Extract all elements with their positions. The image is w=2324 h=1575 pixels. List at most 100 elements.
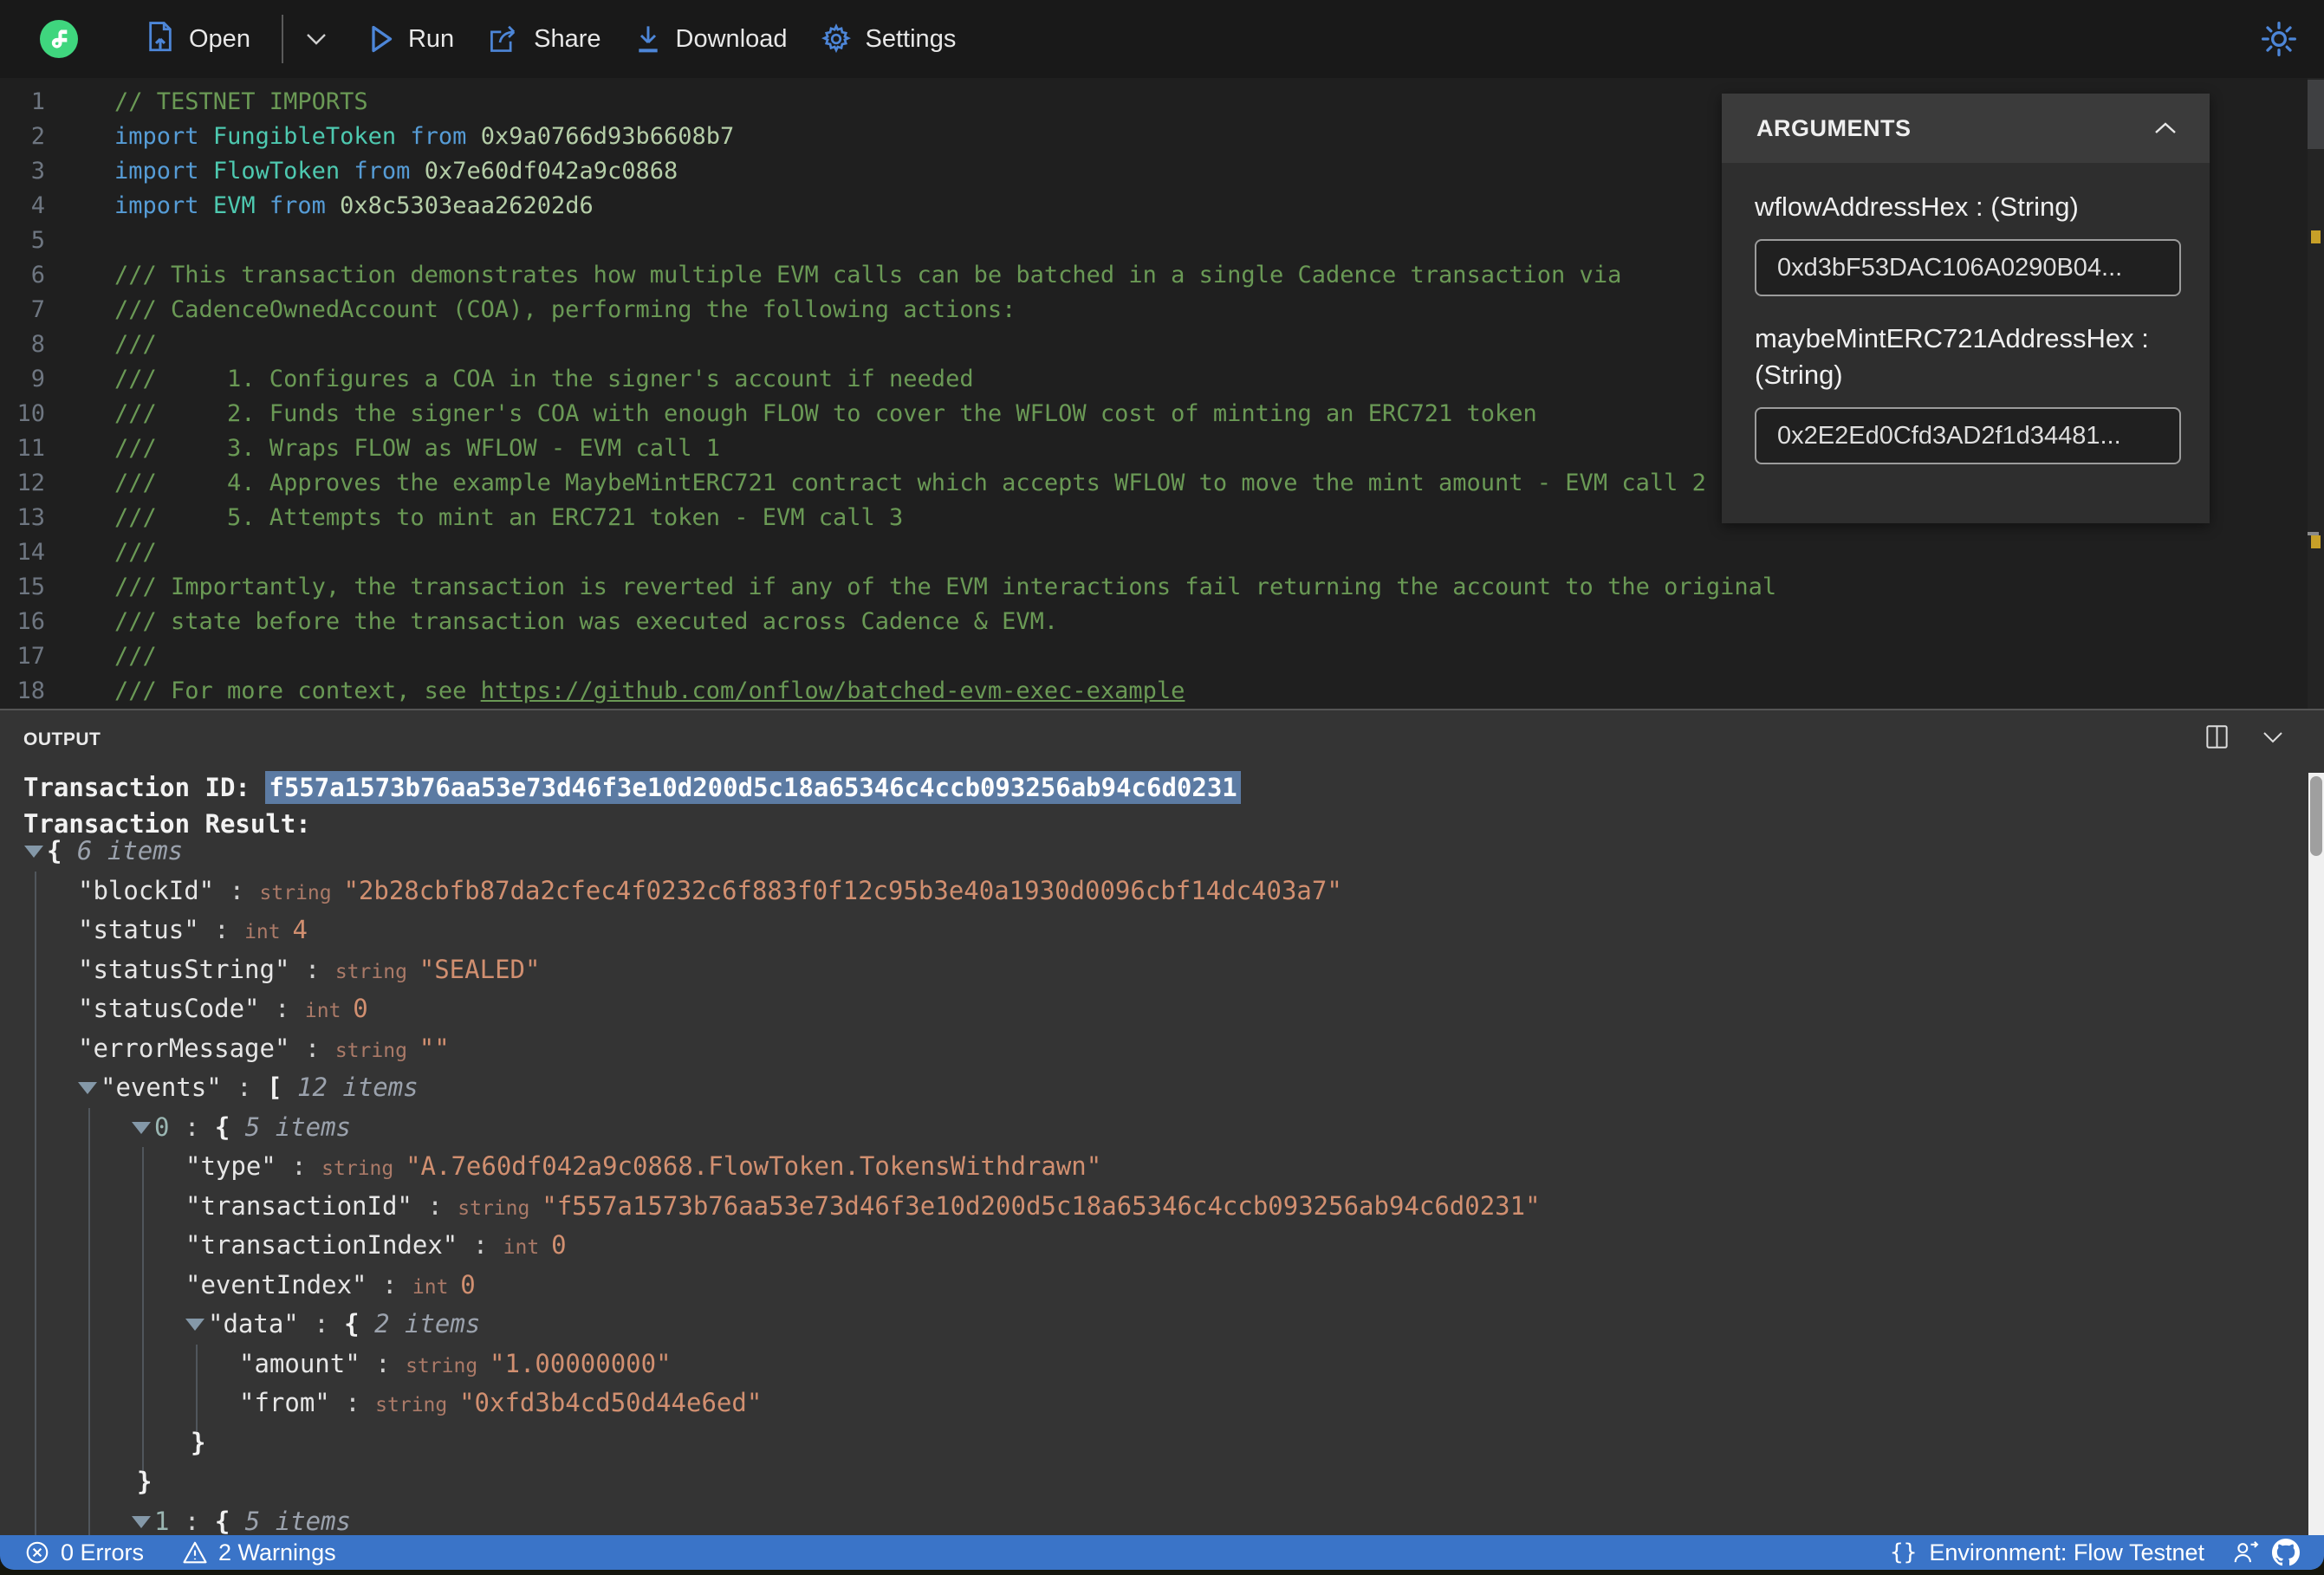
items-count: 6 items: [76, 836, 184, 865]
theme-toggle-button[interactable]: [2260, 20, 2298, 58]
opening-brace: [: [267, 1073, 297, 1102]
json-row[interactable]: "statusCode" : int 0: [0, 989, 2307, 1029]
code-line[interactable]: 16 /// state before the transaction was e…: [0, 605, 2324, 639]
code-link[interactable]: https://github.com/onflow/batched-evm-ex…: [481, 677, 1185, 704]
json-row[interactable]: 1 : { 5 items: [0, 1502, 2307, 1536]
toolbar: Open Run Share Download Settings: [0, 0, 2324, 78]
download-button[interactable]: Download: [634, 23, 788, 55]
code-line[interactable]: 14 ///: [0, 535, 2324, 570]
json-value: "A.7e60df042a9c0868.FlowToken.TokensWith…: [406, 1151, 1102, 1181]
json-key: "transactionIndex": [185, 1230, 458, 1260]
line-number: 4: [30, 192, 45, 219]
output-scrollbar-thumb[interactable]: [2310, 776, 2322, 856]
code-token: /// 3. Wraps FLOW as WFLOW - EVM call 1: [114, 435, 720, 462]
code-token: // TESTNET IMPORTS: [114, 88, 368, 115]
json-type-label: int: [304, 1000, 354, 1022]
errors-status[interactable]: 0 Errors: [24, 1539, 144, 1566]
json-type-label: string: [334, 960, 419, 983]
argument-label: maybeMintERC721AddressHex : (String): [1755, 323, 2149, 390]
status-bar: 0 Errors 2 Warnings {} Environment: Flow…: [0, 1535, 2324, 1570]
open-button[interactable]: Open: [146, 22, 250, 56]
code-token: from: [354, 158, 411, 185]
maybemint-address-input[interactable]: 0x2E2Ed0Cfd3AD2f1d34481...: [1755, 407, 2181, 464]
json-row[interactable]: "errorMessage" : string "": [0, 1029, 2307, 1069]
transaction-id-value[interactable]: f557a1573b76aa53e73d46f3e10d200d5c18a653…: [265, 771, 1241, 804]
json-key: "data": [208, 1309, 299, 1338]
run-button[interactable]: Run: [368, 23, 454, 55]
json-row[interactable]: "blockId" : string "2b28cbfb87da2cfec4f0…: [0, 872, 2307, 911]
json-row[interactable]: "statusString" : string "SEALED": [0, 950, 2307, 990]
json-key: "transactionId": [185, 1190, 412, 1221]
code-token: import: [114, 192, 199, 219]
json-type-label: string: [259, 881, 344, 904]
json-row[interactable]: { 6 items: [0, 832, 2307, 872]
json-row[interactable]: "events" : [ 12 items: [0, 1068, 2307, 1108]
settings-label: Settings: [865, 24, 957, 53]
code-line[interactable]: 15 /// Importantly, the transaction is re…: [0, 570, 2324, 605]
json-row[interactable]: "eventIndex" : int 0: [0, 1266, 2307, 1306]
code-line[interactable]: 17 ///: [0, 639, 2324, 674]
json-row[interactable]: }: [0, 1423, 2307, 1463]
app-window: Open Run Share Download Settings 1 // TE…: [0, 0, 2324, 1570]
warnings-status[interactable]: 2 Warnings: [182, 1539, 336, 1566]
code-token: FungibleToken: [212, 123, 397, 150]
json-key: "errorMessage": [78, 1033, 290, 1063]
line-number: 8: [30, 331, 45, 358]
expand-arrow-icon[interactable]: [185, 1319, 204, 1331]
output-scrollbar[interactable]: [2308, 773, 2324, 1535]
line-number: 18: [16, 677, 45, 704]
feedback-person-icon[interactable]: [2232, 1539, 2260, 1565]
code-token: /// Importantly, the transaction is reve…: [114, 574, 1777, 600]
output-title: OUTPUT: [23, 729, 101, 749]
arguments-header[interactable]: ARGUMENTS: [1722, 94, 2210, 163]
code-line[interactable]: 18 /// For more context, see https://gith…: [0, 674, 2324, 709]
expand-arrow-icon[interactable]: [78, 1082, 97, 1094]
code-token: /// CadenceOwnedAccount (COA), performin…: [114, 296, 1016, 323]
collapse-chevron-icon[interactable]: [2152, 120, 2178, 136]
code-text: /// 3. Wraps FLOW as WFLOW - EVM call 1: [69, 431, 720, 466]
open-dropdown-button[interactable]: [302, 30, 330, 48]
line-number: 11: [16, 435, 45, 462]
line-number: 13: [16, 504, 45, 531]
line-number: 12: [16, 470, 45, 496]
code-text: ///: [69, 327, 157, 362]
flow-logo-icon[interactable]: [40, 20, 78, 58]
json-row[interactable]: "transactionIndex" : int 0: [0, 1226, 2307, 1266]
line-number: 15: [16, 574, 45, 600]
split-panel-icon[interactable]: [2205, 724, 2229, 749]
json-row[interactable]: "status" : int 4: [0, 911, 2307, 950]
json-row[interactable]: "data" : { 2 items: [0, 1305, 2307, 1345]
opening-brace: {: [214, 1506, 245, 1536]
editor-scrollbar-thumb[interactable]: [2308, 80, 2324, 149]
json-colon: :: [412, 1190, 458, 1221]
expand-arrow-icon[interactable]: [132, 1121, 151, 1134]
code-token: /// 5. Attempts to mint an ERC721 token …: [114, 504, 904, 531]
json-row[interactable]: "type" : string "A.7e60df042a9c0868.Flow…: [0, 1147, 2307, 1187]
json-row[interactable]: 0 : { 5 items: [0, 1108, 2307, 1148]
json-row[interactable]: "from" : string "0xfd3b4cd50d44e6ed": [0, 1384, 2307, 1423]
json-row[interactable]: "amount" : string "1.00000000": [0, 1345, 2307, 1384]
expand-arrow-icon[interactable]: [132, 1515, 151, 1528]
editor-scrollbar[interactable]: [2308, 78, 2324, 709]
share-button[interactable]: Share: [487, 23, 601, 55]
json-colon: :: [360, 1348, 406, 1378]
line-number: 2: [30, 123, 45, 150]
code-token: import: [114, 123, 199, 150]
transaction-id-label: Transaction ID:: [23, 773, 266, 802]
expand-arrow-icon[interactable]: [24, 846, 43, 858]
github-icon[interactable]: [2272, 1539, 2300, 1566]
settings-button[interactable]: Settings: [821, 23, 957, 55]
code-token: import: [114, 158, 199, 185]
json-row[interactable]: }: [0, 1462, 2307, 1502]
json-value: "": [419, 1033, 450, 1063]
arguments-panel: ARGUMENTS wflowAddressHex : (String) 0xd…: [1722, 94, 2210, 523]
json-row[interactable]: "transactionId" : string "f557a1573b76aa…: [0, 1187, 2307, 1227]
json-key: "from": [239, 1388, 330, 1417]
download-label: Download: [675, 24, 788, 53]
collapse-output-icon[interactable]: [2262, 730, 2284, 744]
wflow-address-input[interactable]: 0xd3bF53DAC106A0290B04...: [1755, 239, 2181, 296]
